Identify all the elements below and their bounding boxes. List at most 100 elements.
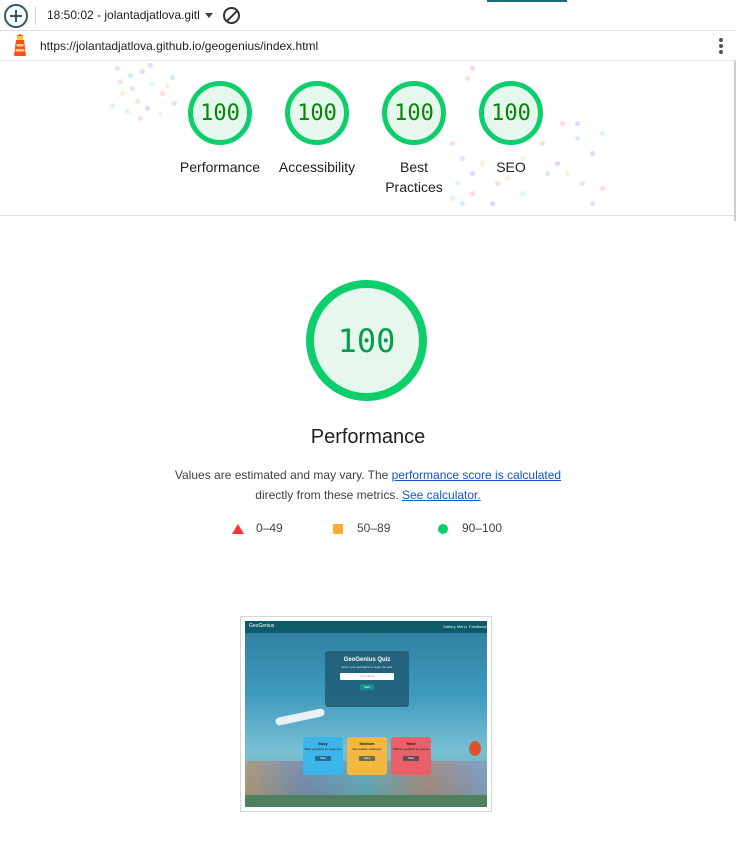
confetti-dot <box>590 201 595 206</box>
thumb-quiz-card: GeoGenius Quiz Enter your username to be… <box>325 651 409 707</box>
thumb-level-easy: Easy Basic questions for beginners Start <box>303 737 343 775</box>
gauge-label: Performance <box>179 159 261 175</box>
thumb-level-medium: Medium Intermediate challenges Start <box>347 737 387 775</box>
level-desc: Difficult questions for experts <box>393 747 429 751</box>
confetti-dot <box>565 171 570 176</box>
legend-range: 90–100 <box>462 521 503 535</box>
thumb-name-input: Your Name <box>340 673 394 680</box>
chevron-down-icon[interactable] <box>205 13 213 18</box>
confetti-dot <box>118 79 123 84</box>
confetti-dot <box>165 83 170 88</box>
gauge-score: 100 <box>200 100 240 126</box>
desc-text-2: directly from these metrics. <box>255 488 399 502</box>
thumb-card-subtitle: Enter your username to begin the quiz <box>341 665 393 669</box>
gauge-ring: 100 <box>382 81 446 145</box>
lighthouse-logo-icon <box>14 34 26 56</box>
gauge-performance[interactable]: 100 Performance <box>175 81 265 177</box>
confetti-dot <box>150 81 155 86</box>
confetti-dot <box>460 201 465 206</box>
block-icon[interactable] <box>223 7 240 24</box>
gauge-ring: 100 <box>188 81 252 145</box>
gauge-label: Best Practices <box>385 159 443 195</box>
confetti-dot <box>490 201 495 206</box>
confetti-dot <box>160 91 165 96</box>
confetti-dot <box>125 109 130 114</box>
legend-range: 0–49 <box>256 521 283 535</box>
confetti-dot <box>460 156 465 161</box>
confetti-dot <box>560 121 565 126</box>
desc-text: Values are estimated and may vary. The <box>174 468 392 482</box>
legend-range: 50–89 <box>357 521 391 535</box>
confetti-dot <box>495 181 500 186</box>
gauge-label: SEO <box>496 159 526 175</box>
thumb-start-button: Start <box>360 684 374 690</box>
confetti-dot <box>470 191 475 196</box>
level-name: Hard <box>406 741 416 746</box>
confetti-dot <box>120 91 125 96</box>
see-calculator-link[interactable]: See calculator. <box>402 488 481 502</box>
devtools-toolbar: 18:50:02 - jolantadjatlova.gitl <box>0 0 736 31</box>
performance-description: Values are estimated and may vary. The p… <box>0 465 736 505</box>
thumb-nav-link: Feedback <box>469 624 487 629</box>
level-button: Start <box>315 756 331 761</box>
confetti-dot <box>128 73 133 78</box>
report-url[interactable]: https://jolantadjatlova.github.io/geogen… <box>40 39 318 53</box>
score-calculated-link[interactable]: performance score is calculated <box>392 468 561 482</box>
add-icon[interactable] <box>4 4 28 28</box>
gauge-score: 100 <box>394 100 434 126</box>
confetti-dot <box>135 99 140 104</box>
gauge-accessibility[interactable]: 100 Accessibility <box>272 81 362 177</box>
gauge-best-practices[interactable]: 100 Best Practices <box>369 81 459 197</box>
active-tab-indicator <box>487 0 567 2</box>
confetti-dot <box>575 136 580 141</box>
toolbar-divider <box>35 6 36 25</box>
confetti-dot <box>145 106 150 111</box>
level-button: Start <box>403 756 419 761</box>
level-name: Easy <box>318 741 328 746</box>
gauge-score: 100 <box>297 100 337 126</box>
confetti-dot <box>138 116 143 121</box>
confetti-dot <box>148 63 153 68</box>
confetti-dot <box>600 131 605 136</box>
balloon-icon <box>469 741 481 756</box>
confetti-dot <box>590 151 595 156</box>
circle-icon <box>438 524 448 534</box>
airplane-icon <box>274 707 326 727</box>
gauge-ring: 100 <box>285 81 349 145</box>
screenshot-image: GeoGenius Gallery Menu Feedback GeoGeniu… <box>245 621 487 807</box>
thumb-navbar: GeoGenius Gallery Menu Feedback <box>245 621 487 633</box>
gauge-seo[interactable]: 100 SEO <box>466 81 556 177</box>
thumb-brand: GeoGenius <box>249 623 275 629</box>
confetti-dot <box>575 121 580 126</box>
confetti-dot <box>580 181 585 186</box>
more-vert-icon[interactable] <box>718 38 724 56</box>
level-desc: Basic questions for beginners <box>304 747 342 751</box>
square-icon <box>333 524 343 534</box>
triangle-icon <box>232 524 244 534</box>
performance-title: Performance <box>310 426 426 448</box>
confetti-dot <box>110 103 115 108</box>
confetti-dot <box>140 69 145 74</box>
level-name: Medium <box>359 741 375 746</box>
report-url-bar: https://jolantadjatlova.github.io/geogen… <box>0 31 736 61</box>
level-button: Start <box>359 756 375 761</box>
report-selector[interactable]: 18:50:02 - jolantadjatlova.gitl <box>47 8 200 22</box>
gauge-score: 100 <box>491 100 531 126</box>
confetti-dot <box>470 66 475 71</box>
performance-gauge-large: 100 <box>306 280 427 401</box>
confetti-dot <box>115 66 120 71</box>
thumb-nav-link: Gallery Menu <box>443 624 467 629</box>
performance-score: 100 <box>337 321 396 360</box>
final-screenshot[interactable]: GeoGenius Gallery Menu Feedback GeoGeniu… <box>240 616 492 812</box>
thumb-level-hard: Hard Difficult questions for experts Sta… <box>391 737 431 775</box>
thumb-card-title: GeoGenius Quiz <box>343 657 391 663</box>
confetti-dot <box>520 191 525 196</box>
level-desc: Intermediate challenges <box>352 747 382 751</box>
ground-decoration <box>245 795 487 807</box>
confetti-dot <box>158 111 163 116</box>
confetti-dot <box>170 75 175 80</box>
confetti-dot <box>130 86 135 91</box>
gauge-label: Accessibility <box>278 159 356 175</box>
confetti-dot <box>600 186 605 191</box>
gauge-ring: 100 <box>479 81 543 145</box>
